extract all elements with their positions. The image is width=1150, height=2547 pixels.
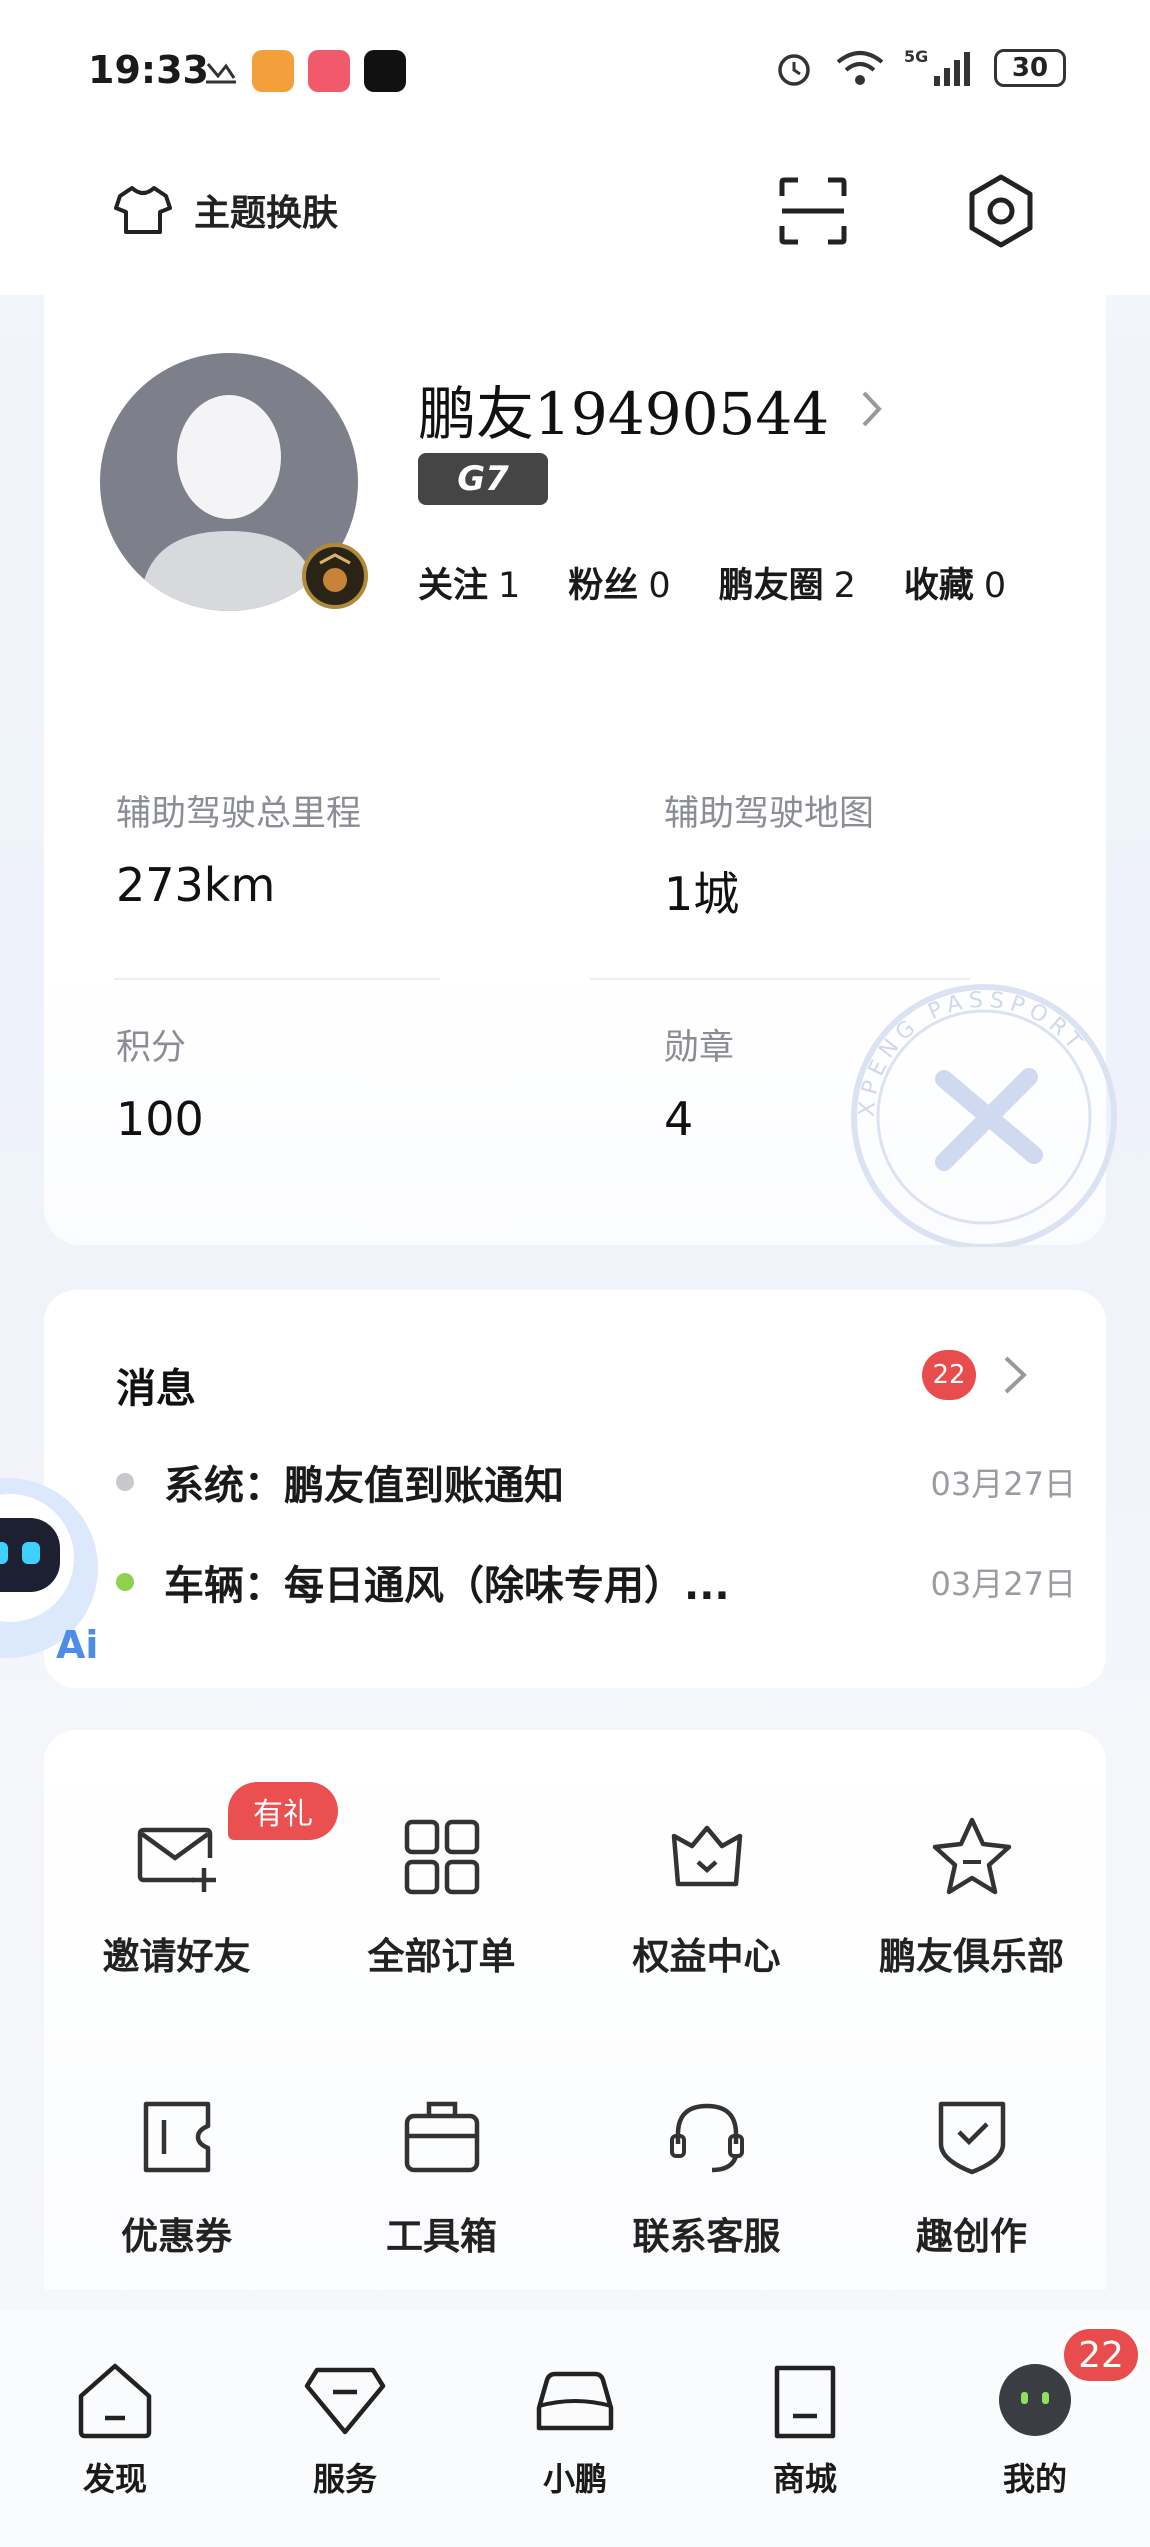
message-item[interactable]: 系统：鹏友值到账通知 03月27日 bbox=[116, 1452, 1076, 1512]
stat-following[interactable]: 关注 1 bbox=[418, 557, 520, 608]
alarm-icon bbox=[778, 54, 810, 86]
message-dot bbox=[116, 1573, 134, 1591]
metric-driving-mileage[interactable]: 辅助驾驶总里程 273km bbox=[116, 785, 361, 912]
medal-emblem-icon bbox=[319, 553, 351, 592]
status-bar: 19:33 5G 30 bbox=[0, 0, 1150, 140]
crown-icon bbox=[671, 1825, 742, 1887]
shortcuts-card: 邀请好友 有礼 全部订单 权益中心 鹏友俱乐部 优惠券 工具箱 联系客服 趣创作 bbox=[44, 1730, 1106, 2290]
theme-button[interactable]: 主题换肤 bbox=[112, 182, 338, 238]
settings-icon[interactable] bbox=[962, 172, 1040, 250]
scan-icon[interactable] bbox=[778, 176, 848, 246]
stat-circle[interactable]: 鹏友圈 2 bbox=[719, 557, 856, 608]
metric-medals[interactable]: 勋章 4 bbox=[664, 1019, 734, 1146]
shortcut-toolbox[interactable]: 工具箱 bbox=[309, 2092, 574, 2292]
tab-profile-badge: 22 bbox=[1060, 2325, 1142, 2385]
wifi-icon bbox=[836, 51, 884, 85]
car-icon bbox=[536, 2371, 614, 2431]
bottom-tab-bar: 发现 服务 小鹏 商城 我的 bbox=[0, 2310, 1150, 2547]
tab-xpeng[interactable]: 小鹏 bbox=[500, 2358, 650, 2500]
medal-badge-icon[interactable] bbox=[302, 543, 368, 609]
star-icon bbox=[932, 1817, 1011, 1895]
dnd-icon bbox=[206, 63, 236, 84]
invite-mail-icon bbox=[137, 1827, 216, 1892]
tab-discover[interactable]: 发现 bbox=[40, 2358, 190, 2500]
toolbox-icon bbox=[404, 2101, 479, 2173]
shortcut-benefits-center[interactable]: 权益中心 bbox=[574, 1812, 839, 2012]
metric-points[interactable]: 积分 100 bbox=[116, 1019, 204, 1146]
header-bar: 主题换肤 bbox=[0, 140, 1150, 295]
tab-mall[interactable]: 商城 bbox=[730, 2358, 880, 2500]
theme-label: 主题换肤 bbox=[194, 193, 339, 234]
svg-text:Ai: Ai bbox=[56, 1623, 98, 1667]
headset-icon bbox=[669, 2103, 744, 2173]
shortcut-invite-friends[interactable]: 邀请好友 有礼 bbox=[44, 1782, 338, 2012]
ai-assistant-icon[interactable]: Ai bbox=[0, 1478, 108, 1668]
app-notification-icon bbox=[252, 50, 294, 92]
shortcut-customer-service[interactable]: 联系客服 bbox=[574, 2092, 839, 2292]
social-stats: 关注 1 粉丝 0 鹏友圈 2 收藏 0 bbox=[418, 557, 1006, 608]
coupon-icon bbox=[143, 2101, 210, 2173]
status-right: 5G 30 bbox=[772, 46, 1066, 90]
message-item[interactable]: 车辆：每日通风（除味专用）... 03月27日 bbox=[116, 1552, 1076, 1612]
username-row[interactable]: 鹏友19490544 bbox=[418, 367, 885, 451]
shortcut-club[interactable]: 鹏友俱乐部 bbox=[839, 1812, 1104, 2012]
signal-icon: 5G bbox=[904, 47, 970, 86]
shield-check-icon bbox=[938, 2101, 1005, 2175]
status-time: 19:33 bbox=[88, 48, 209, 92]
message-dot bbox=[116, 1473, 134, 1491]
chevron-right-icon[interactable] bbox=[996, 1352, 1036, 1398]
mall-icon bbox=[774, 2365, 836, 2439]
tab-service[interactable]: 服务 bbox=[270, 2358, 420, 2500]
tshirt-icon bbox=[114, 186, 172, 234]
username: 鹏友19490544 bbox=[418, 380, 830, 448]
car-model-badge: G7 bbox=[418, 453, 548, 505]
shortcut-coupons[interactable]: 优惠券 bbox=[44, 2092, 309, 2292]
video-app-icon bbox=[308, 50, 350, 92]
svg-text:5G: 5G bbox=[904, 47, 928, 66]
profile-card: 鹏友19490544 G7 关注 1 粉丝 0 鹏友圈 2 收藏 0 辅助驾驶总里程 2… bbox=[44, 295, 1117, 1247]
messages-card[interactable]: 消息 22 系统：鹏友值到账通知 03月27日 车辆：每日通风（除味专用）...… bbox=[44, 1290, 1106, 1688]
battery-indicator: 30 bbox=[994, 49, 1066, 87]
shortcut-creation[interactable]: 趣创作 bbox=[839, 2092, 1104, 2292]
passport-stamp-icon: XPENG PASSPORT bbox=[851, 984, 1117, 1247]
messages-title: 消息 bbox=[116, 1366, 196, 1412]
grid-icon bbox=[404, 1819, 479, 1895]
xpeng-app-icon bbox=[364, 50, 406, 92]
messages-count-badge: 22 bbox=[922, 1350, 976, 1400]
metric-driving-map[interactable]: 辅助驾驶地图 1城 bbox=[664, 785, 874, 924]
divider bbox=[114, 978, 440, 980]
service-icon bbox=[304, 2367, 386, 2435]
stat-favorites[interactable]: 收藏 0 bbox=[904, 557, 1006, 608]
chevron-right-icon bbox=[862, 391, 882, 427]
stat-followers[interactable]: 粉丝 0 bbox=[568, 557, 670, 608]
discover-icon bbox=[78, 2363, 152, 2439]
shortcut-all-orders[interactable]: 全部订单 bbox=[309, 1812, 574, 2012]
